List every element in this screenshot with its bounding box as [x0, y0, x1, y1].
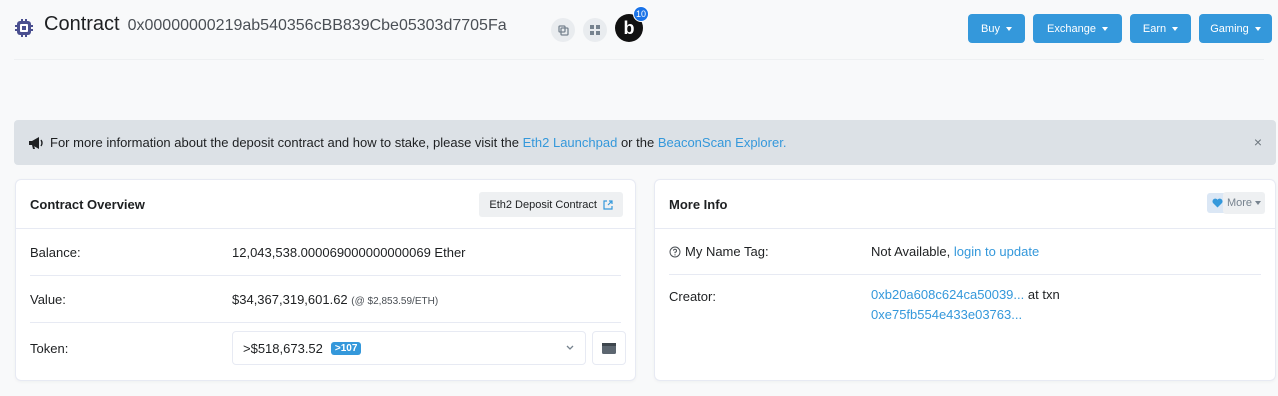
contract-address: 0x00000000219ab540356cBB839Cbe05303d7705… — [127, 17, 507, 34]
token-value: >$518,673.52 — [243, 340, 323, 356]
more-info-card: More Info More My Name Tag: Not Availabl… — [654, 179, 1276, 381]
balance-value: 12,043,538.000069000000000069 Ether — [232, 244, 466, 260]
copy-icon — [557, 24, 569, 36]
balance-label: Balance: — [30, 244, 81, 260]
name-tag-row: My Name Tag: Not Available, login to upd… — [669, 229, 1261, 275]
name-tag-value: Not Available, login to update — [871, 244, 1039, 259]
creator-txn-link[interactable]: 0xe75fb554e433e03763... — [871, 307, 1022, 322]
earn-menu-label: Earn — [1142, 22, 1167, 35]
alert-text-mid: or the — [620, 135, 655, 150]
blockscan-letter: b — [623, 17, 635, 38]
info-alert: For more information about the deposit c… — [14, 120, 1276, 165]
more-info-card-title: More Info — [669, 196, 728, 212]
earn-menu-button[interactable]: Earn — [1130, 14, 1191, 43]
eth2-launchpad-link[interactable]: Eth2 Launchpad — [523, 135, 618, 150]
more-options-button[interactable]: More — [1222, 192, 1265, 214]
wallet-button[interactable] — [592, 331, 626, 365]
page-title-label: Contract — [44, 13, 120, 35]
login-to-update-link[interactable]: login to update — [954, 244, 1039, 259]
heart-icon — [1211, 198, 1223, 208]
beaconscan-explorer-link[interactable]: BeaconScan Explorer. — [658, 135, 787, 150]
copy-address-button[interactable] — [551, 18, 575, 42]
gaming-menu-label: Gaming — [1210, 22, 1249, 35]
creator-row: Creator: 0xb20a608c624ca50039... at txn … — [669, 285, 1261, 331]
external-link-icon — [603, 199, 613, 210]
creator-label: Creator: — [669, 289, 716, 304]
name-tag-status: Not Available, — [871, 244, 951, 259]
token-count-badge: >107 — [330, 341, 362, 355]
notification-badge: 10 — [633, 6, 650, 22]
creator-at-txn: at txn — [1027, 287, 1060, 302]
eth2-deposit-contract-button[interactable]: Eth2 Deposit Contract — [479, 192, 623, 217]
more-options-label: More — [1226, 197, 1252, 209]
gaming-menu-button[interactable]: Gaming — [1199, 14, 1272, 43]
buy-menu-button[interactable]: Buy — [968, 14, 1025, 43]
contract-icon — [14, 18, 34, 38]
chevron-down-icon — [1005, 26, 1012, 31]
balance-row: Balance: 12,043,538.000069000000000069 E… — [30, 229, 621, 276]
overview-card-title: Contract Overview — [30, 196, 145, 212]
close-alert-button[interactable]: × — [1254, 134, 1262, 150]
chevron-down-icon — [1172, 26, 1179, 31]
alert-text: For more information about the deposit c… — [50, 135, 519, 150]
question-circle-icon[interactable] — [669, 246, 681, 258]
chevron-down-icon — [1254, 26, 1261, 31]
qr-code-icon — [590, 25, 600, 35]
chevron-down-icon — [1101, 26, 1108, 31]
header-divider — [14, 59, 1264, 60]
creator-address-link[interactable]: 0xb20a608c624ca50039... — [871, 287, 1024, 302]
value-row: Value: $34,367,319,601.62 (@ $2,853.59/E… — [30, 276, 621, 323]
creator-value: 0xb20a608c624ca50039... at txn 0xe75fb55… — [871, 285, 1060, 325]
more-info-card-header: More Info More — [655, 180, 1275, 229]
exchange-menu-label: Exchange — [1047, 22, 1096, 35]
chevron-down-icon — [1255, 201, 1261, 205]
token-row: Token: >$518,673.52 >107 — [30, 325, 626, 372]
exchange-menu-button[interactable]: Exchange — [1033, 14, 1122, 43]
eth2-deposit-contract-label: Eth2 Deposit Contract — [489, 198, 597, 211]
chevron-down-icon — [566, 345, 574, 350]
token-label: Token: — [30, 341, 69, 356]
qr-code-button[interactable] — [583, 18, 607, 42]
contract-overview-card: Contract Overview Eth2 Deposit Contract … — [15, 179, 636, 381]
page-title: Contract 0x00000000219ab540356cBB839Cbe0… — [44, 13, 507, 36]
overview-card-header: Contract Overview Eth2 Deposit Contract — [16, 180, 635, 229]
name-tag-label: My Name Tag: — [685, 244, 769, 259]
usd-value: $34,367,319,601.62 — [232, 291, 348, 307]
eth-price: (@ $2,853.59/ETH) — [351, 295, 439, 307]
name-tag-label-wrap: My Name Tag: — [669, 244, 871, 259]
value-label: Value: — [30, 291, 66, 307]
token-holdings-dropdown[interactable]: >$518,673.52 >107 — [232, 331, 586, 365]
value-value: $34,367,319,601.62 (@ $2,853.59/ETH) — [232, 292, 438, 307]
buy-menu-label: Buy — [981, 22, 1000, 35]
wallet-icon — [602, 343, 616, 354]
page-header: Contract 0x00000000219ab540356cBB839Cbe0… — [0, 0, 1278, 60]
megaphone-icon — [28, 136, 44, 150]
